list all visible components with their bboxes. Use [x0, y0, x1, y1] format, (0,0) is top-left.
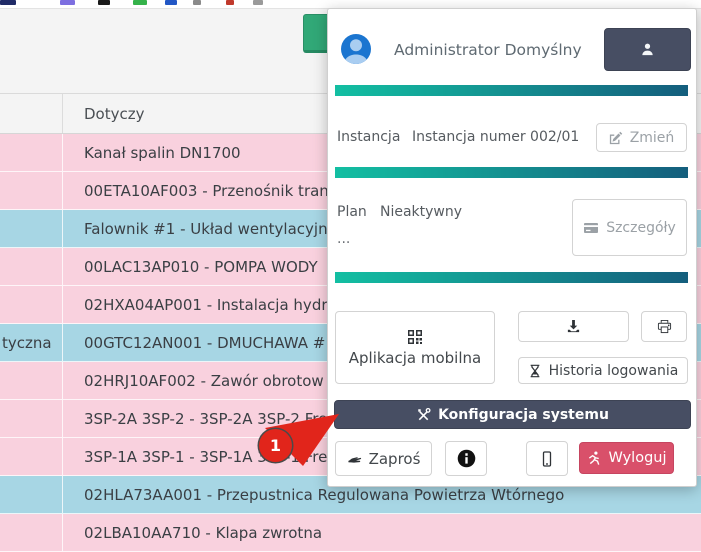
bookmark-icon-4[interactable] [133, 0, 147, 5]
details-button[interactable]: Szczegóły [572, 199, 687, 256]
cell-dotyczy: 00GTC12AN001 - DMUCHAWA # [63, 334, 325, 352]
plan-value: Nieaktywny [380, 204, 462, 220]
bookmark-icon-7[interactable] [226, 0, 234, 5]
bookmark-icon-6[interactable] [193, 0, 201, 5]
hand-icon [347, 451, 362, 466]
logout-run-icon [587, 451, 602, 466]
invite-button[interactable]: Zaproś [335, 441, 432, 476]
cell-dotyczy: 02HXA04AP001 - Instalacja hydr [63, 296, 328, 314]
cell-dotyczy: 00ETA10AF003 - Przenośnik tran [63, 182, 329, 200]
logout-button[interactable]: Wyloguj [579, 442, 674, 474]
avatar [341, 34, 371, 64]
table-row[interactable]: 02LBA10AA710 - Klapa zwrotna [0, 514, 701, 552]
divider-gradient [335, 272, 688, 283]
info-button[interactable] [445, 441, 487, 476]
bookmark-icon-1[interactable] [0, 0, 16, 5]
download-icon [566, 319, 581, 334]
bookmark-icon-2[interactable] [60, 0, 75, 5]
bookmark-icon-8[interactable] [253, 0, 263, 5]
cell-dotyczy: Falownik #1 - Układ wentylacyjn [63, 220, 328, 238]
system-config-button[interactable]: Konfiguracja systemu [334, 400, 691, 429]
avatar-person-icon [341, 34, 371, 64]
instance-value: Instancja numer 002/01 [412, 129, 579, 145]
user-popup: Administrator Domyślny Instancja Instanc… [327, 8, 697, 487]
cell-dotyczy: 02HLA73AA001 - Przepustnica Regulowana P… [63, 486, 564, 504]
column-header-first[interactable] [0, 94, 63, 133]
credit-card-icon [583, 220, 599, 236]
print-button[interactable] [641, 311, 687, 342]
hourglass-icon [528, 364, 542, 378]
change-button[interactable]: Zmień [596, 123, 687, 152]
profile-button[interactable] [604, 28, 691, 71]
mobile-app-button[interactable]: Aplikacja mobilna [335, 311, 495, 384]
download-button[interactable] [518, 311, 629, 342]
qr-code-icon [407, 329, 423, 345]
info-icon [457, 449, 476, 468]
printer-icon [657, 319, 672, 334]
edit-icon [609, 131, 623, 145]
column-header-dotyczy[interactable]: Dotyczy [63, 105, 144, 123]
person-icon [640, 42, 655, 57]
divider-gradient [335, 85, 688, 96]
tools-icon [416, 407, 431, 422]
bookmark-icon-5[interactable] [165, 0, 177, 5]
cell-dotyczy: Kanał spalin DN1700 [63, 144, 241, 162]
plan-label: Plan [337, 204, 367, 220]
login-history-button[interactable]: Historia logowania [518, 357, 688, 384]
annotation-badge: 1 [259, 429, 292, 462]
cell-dotyczy: 00LAC13AP010 - POMPA WODY [63, 258, 318, 276]
bookmark-icon-3[interactable] [98, 0, 110, 5]
cell-dotyczy: 02HRJ10AF002 - Zawór obrotow [63, 372, 324, 390]
phone-button[interactable] [526, 441, 568, 476]
cell-first: tyczna [0, 324, 63, 361]
divider-gradient [335, 167, 688, 178]
mobile-icon [539, 451, 555, 467]
cell-dotyczy: 02LBA10AA710 - Klapa zwrotna [63, 524, 322, 542]
instance-label: Instancja [337, 129, 400, 145]
plan-ellipsis: ... [337, 231, 350, 247]
user-name: Administrator Domyślny [394, 41, 582, 59]
